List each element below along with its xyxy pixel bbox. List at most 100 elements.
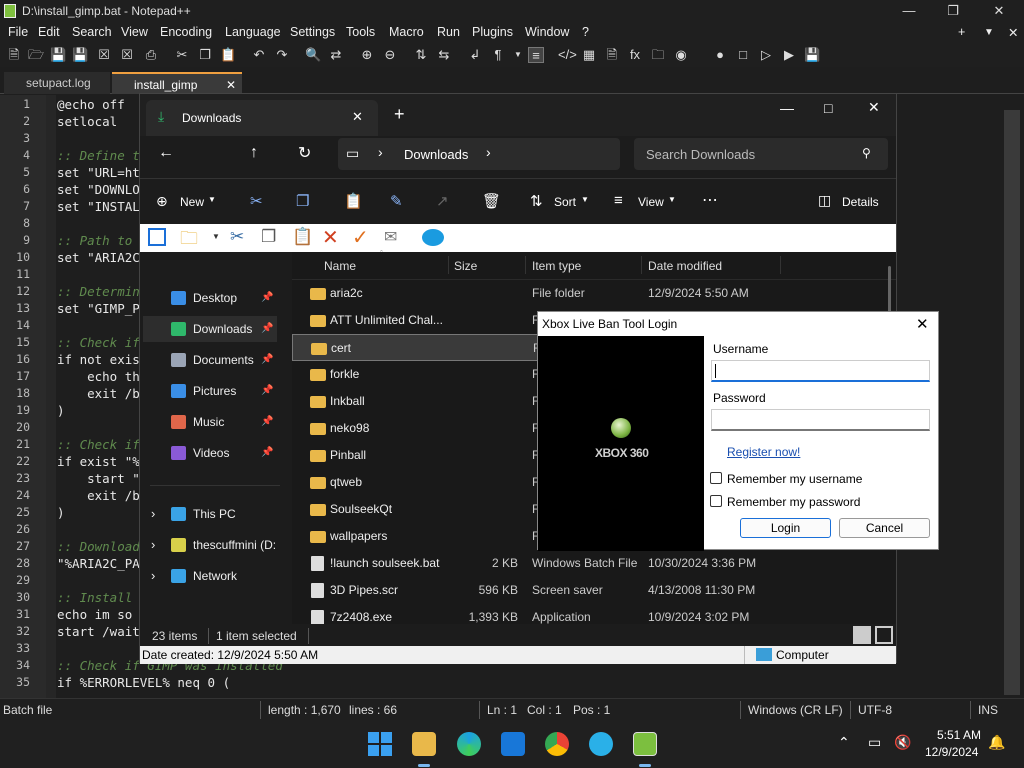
chevron-right-icon[interactable]: › <box>151 501 155 527</box>
chevron-down-icon[interactable]: ▼ <box>212 232 220 241</box>
sidebar-item-downloads[interactable]: Downloads 📌 <box>143 316 277 342</box>
delete-icon[interactable]: 🗑 <box>482 192 501 210</box>
register-link[interactable]: Register now! <box>727 445 800 459</box>
menu-macro[interactable]: Macro <box>389 25 424 39</box>
clock-date[interactable]: 12/9/2024 <box>925 745 978 759</box>
chevron-down-icon[interactable]: ▼ <box>668 195 676 204</box>
close-icon[interactable]: ✕ <box>868 99 880 116</box>
indent-guide-icon[interactable]: ≡ <box>528 47 544 63</box>
sidebar-item-music[interactable]: Music 📌 <box>171 409 273 435</box>
close-button[interactable]: ✕ <box>976 1 1022 21</box>
tree-item-network[interactable]: › Network <box>151 563 237 589</box>
save-icon[interactable]: 💾 <box>50 47 66 63</box>
menu-language[interactable]: Language <box>225 25 281 39</box>
address-bar[interactable]: ▭ › Downloads › <box>338 138 620 170</box>
copy-icon[interactable]: ❐ <box>197 47 213 63</box>
menu-encoding[interactable]: Encoding <box>160 25 212 39</box>
up-icon[interactable]: ↑ <box>250 144 258 162</box>
column-size[interactable]: Size <box>454 259 477 273</box>
maximize-icon[interactable]: □ <box>824 100 832 116</box>
chevron-down-icon[interactable]: ▼ <box>581 195 589 204</box>
replace-icon[interactable]: ⇄ <box>328 47 344 63</box>
sidebar-item-desktop[interactable]: Desktop 📌 <box>171 285 273 311</box>
menu-settings[interactable]: Settings <box>290 25 335 39</box>
doc-map-icon[interactable]: ▦ <box>581 47 597 63</box>
menu-plugins[interactable]: Plugins <box>472 25 513 39</box>
run-macro-multiple-icon[interactable]: ▶ <box>781 47 797 63</box>
notification-bell-icon[interactable]: 🔔 <box>988 734 1005 751</box>
file-row[interactable]: aria2c File folder 12/9/2024 5:50 AM <box>292 280 896 307</box>
tab-install-gimp[interactable]: install_gimp ✕ <box>112 72 242 94</box>
username-field[interactable] <box>711 360 930 382</box>
lang-icon[interactable]: </> <box>558 47 577 63</box>
undo-icon[interactable]: ↶ <box>251 47 267 63</box>
menu-view[interactable]: View <box>121 25 148 39</box>
monitor-icon[interactable]: ◉ <box>673 47 689 63</box>
paste-icon[interactable]: 📋 <box>344 192 363 210</box>
chrome-icon[interactable] <box>545 732 569 756</box>
editor-scrollbar[interactable] <box>1004 110 1020 695</box>
back-icon[interactable]: ← <box>158 144 174 162</box>
chevron-right-icon[interactable]: › <box>486 144 491 160</box>
copy-icon[interactable]: ❐ <box>261 227 276 247</box>
doc-list-icon[interactable]: 🗎 <box>604 47 620 63</box>
menu-search[interactable]: Search <box>72 25 112 39</box>
breadcrumb[interactable]: Downloads <box>404 147 468 162</box>
store-icon[interactable] <box>501 732 525 756</box>
word-wrap-icon[interactable]: ↲ <box>467 47 483 63</box>
find-icon[interactable]: 🔍 <box>305 47 321 63</box>
menu-run[interactable]: Run <box>437 25 460 39</box>
file-row[interactable]: 3D Pipes.scr 596 KB Screen saver 4/13/2008 … <box>292 577 896 604</box>
column-name[interactable]: Name <box>324 259 356 273</box>
file-explorer-icon[interactable] <box>412 732 436 756</box>
rename-icon[interactable]: ✎ <box>390 192 403 210</box>
remember-username-checkbox[interactable] <box>710 472 722 484</box>
cut-icon[interactable]: ✂ <box>174 47 190 63</box>
tab-setupact-log[interactable]: setupact.log <box>4 72 110 94</box>
dropdown-icon[interactable]: ▼ <box>510 47 526 63</box>
zoom-out-icon[interactable]: ⊖ <box>382 47 398 63</box>
login-button[interactable]: Login <box>740 518 831 538</box>
new-tab-icon[interactable]: + <box>394 104 405 125</box>
network-status-icon[interactable]: ▭ <box>868 734 881 751</box>
tab-downloads[interactable]: ⤓ Downloads ✕ <box>146 100 378 136</box>
show-all-chars-icon[interactable]: ¶ <box>490 47 506 63</box>
globe-icon[interactable] <box>422 229 444 246</box>
minimize-icon[interactable]: — <box>780 100 794 116</box>
details-view-icon[interactable] <box>853 626 871 644</box>
redo-icon[interactable]: ↷ <box>274 47 290 63</box>
paste-icon[interactable]: 📋 <box>220 47 236 63</box>
tiles-view-icon[interactable] <box>875 626 893 644</box>
clock-time[interactable]: 5:51 AM <box>937 728 981 742</box>
tab-close-icon[interactable]: ✕ <box>352 109 363 125</box>
print-icon[interactable]: ⎙ <box>143 47 159 63</box>
close-icon[interactable]: ✕ <box>916 315 929 333</box>
share-icon[interactable]: ↗ <box>436 192 449 210</box>
tree-item-thescuffmini-d-[interactable]: › thescuffmini (D: <box>151 532 276 558</box>
file-row[interactable]: !launch soulseek.bat 2 KB Windows Batch Fi… <box>292 550 896 577</box>
view-button[interactable]: View <box>638 195 664 209</box>
checkmark-icon[interactable]: ✓ <box>352 225 369 250</box>
more-icon[interactable]: ⋯ <box>702 190 718 210</box>
close-doc-icon[interactable]: ✕ <box>1008 25 1018 40</box>
menu-file[interactable]: File <box>8 25 28 39</box>
remember-password-checkbox[interactable] <box>710 495 722 507</box>
cancel-button[interactable]: Cancel <box>839 518 930 538</box>
sync-v-icon[interactable]: ⇅ <box>413 47 429 63</box>
function-list-icon[interactable]: fx <box>627 47 643 63</box>
minimize-button[interactable]: — <box>886 1 932 21</box>
paste-icon[interactable]: 📋 <box>292 227 313 247</box>
record-macro-icon[interactable]: ● <box>712 47 728 63</box>
edge-icon[interactable] <box>457 732 481 756</box>
tab-list-icon[interactable]: ▼ <box>984 27 994 38</box>
menu-tools[interactable]: Tools <box>346 25 375 39</box>
chevron-right-icon[interactable]: › <box>151 532 155 558</box>
close-all-icon[interactable]: ☒ <box>119 47 135 63</box>
new-icon[interactable]: ⊕ <box>156 193 168 210</box>
search-box[interactable]: Search Downloads ⚲ <box>634 138 888 170</box>
menu-help[interactable]: ? <box>582 25 589 39</box>
view-icon[interactable]: ≡ <box>614 192 623 209</box>
column-type[interactable]: Item type <box>532 259 581 273</box>
sync-h-icon[interactable]: ⇆ <box>436 47 452 63</box>
folder-workspace-icon[interactable]: 🗀 <box>650 47 666 63</box>
